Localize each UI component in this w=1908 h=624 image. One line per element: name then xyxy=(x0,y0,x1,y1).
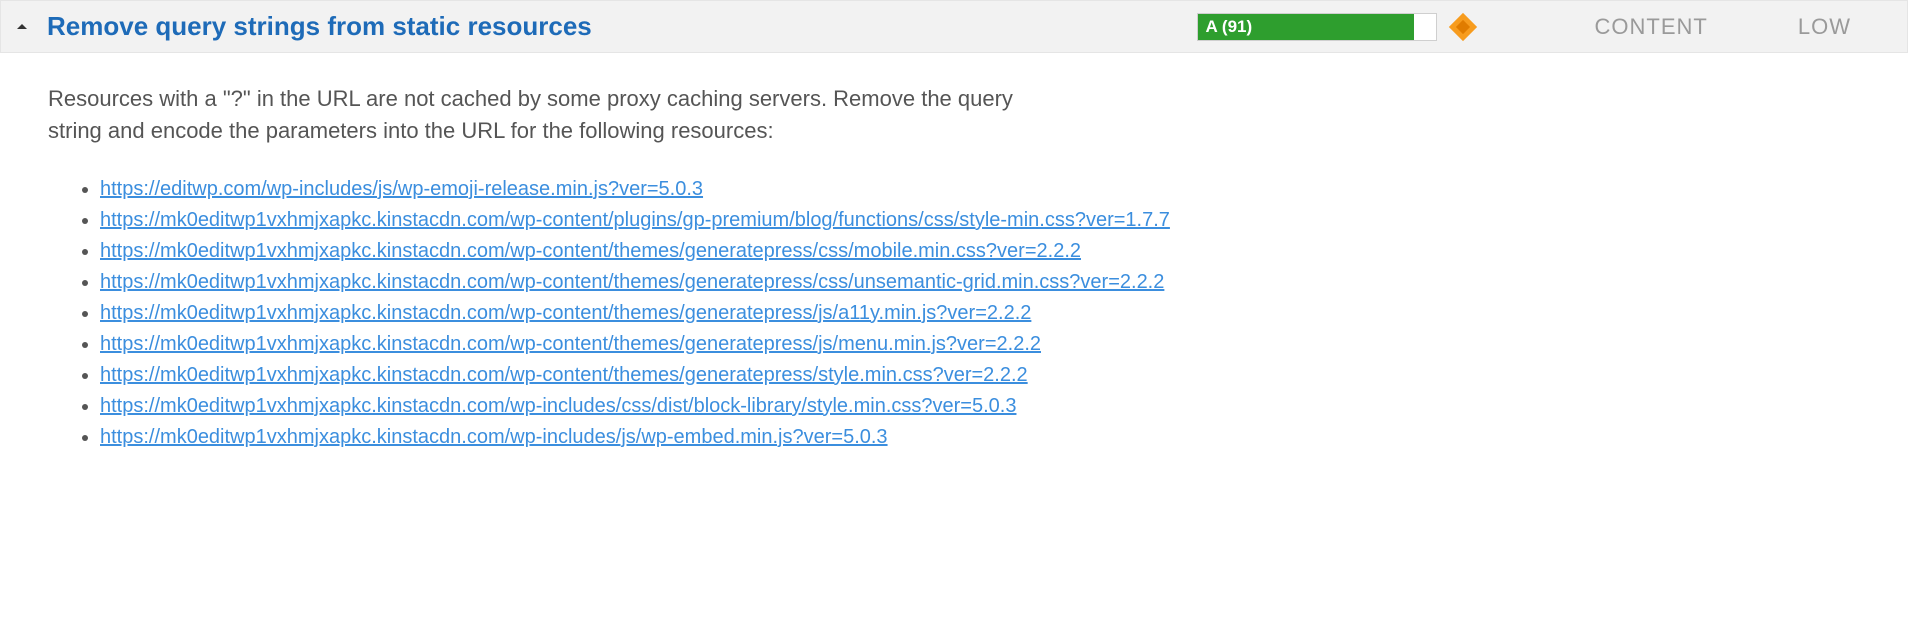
grade-fill: A (91) xyxy=(1198,14,1415,40)
priority-diamond-icon xyxy=(1451,15,1475,39)
resource-link[interactable]: https://mk0editwp1vxhmjxapkc.kinstacdn.c… xyxy=(100,395,1016,417)
list-item: https://mk0editwp1vxhmjxapkc.kinstacdn.c… xyxy=(100,423,1860,452)
list-item: https://mk0editwp1vxhmjxapkc.kinstacdn.c… xyxy=(100,237,1860,266)
rule-title[interactable]: Remove query strings from static resourc… xyxy=(47,11,592,42)
list-item: https://mk0editwp1vxhmjxapkc.kinstacdn.c… xyxy=(100,206,1860,235)
resource-link[interactable]: https://mk0editwp1vxhmjxapkc.kinstacdn.c… xyxy=(100,333,1041,355)
caret-up-icon xyxy=(17,22,27,32)
priority-label: LOW xyxy=(1798,14,1851,40)
list-item: https://mk0editwp1vxhmjxapkc.kinstacdn.c… xyxy=(100,361,1860,390)
resource-link[interactable]: https://mk0editwp1vxhmjxapkc.kinstacdn.c… xyxy=(100,271,1164,293)
collapse-toggle[interactable] xyxy=(17,22,27,32)
resource-link[interactable]: https://mk0editwp1vxhmjxapkc.kinstacdn.c… xyxy=(100,426,888,448)
rule-description: Resources with a "?" in the URL are not … xyxy=(48,83,1048,147)
resource-link[interactable]: https://mk0editwp1vxhmjxapkc.kinstacdn.c… xyxy=(100,240,1081,262)
list-item: https://mk0editwp1vxhmjxapkc.kinstacdn.c… xyxy=(100,268,1860,297)
resource-link[interactable]: https://mk0editwp1vxhmjxapkc.kinstacdn.c… xyxy=(100,364,1028,386)
resource-link[interactable]: https://editwp.com/wp-includes/js/wp-emo… xyxy=(100,178,703,200)
list-item: https://mk0editwp1vxhmjxapkc.kinstacdn.c… xyxy=(100,392,1860,421)
resource-list: https://editwp.com/wp-includes/js/wp-emo… xyxy=(48,175,1860,452)
resource-link[interactable]: https://mk0editwp1vxhmjxapkc.kinstacdn.c… xyxy=(100,209,1170,231)
grade-container: A (91) xyxy=(1197,13,1475,41)
grade-label: A (91) xyxy=(1206,17,1253,37)
list-item: https://mk0editwp1vxhmjxapkc.kinstacdn.c… xyxy=(100,299,1860,328)
list-item: https://mk0editwp1vxhmjxapkc.kinstacdn.c… xyxy=(100,330,1860,359)
rule-header[interactable]: Remove query strings from static resourc… xyxy=(0,0,1908,53)
rule-body: Resources with a "?" in the URL are not … xyxy=(0,53,1908,484)
list-item: https://editwp.com/wp-includes/js/wp-emo… xyxy=(100,175,1860,204)
grade-bar: A (91) xyxy=(1197,13,1437,41)
resource-link[interactable]: https://mk0editwp1vxhmjxapkc.kinstacdn.c… xyxy=(100,302,1031,324)
meta-right: CONTENT LOW xyxy=(1595,14,1851,40)
category-label: CONTENT xyxy=(1595,14,1708,40)
